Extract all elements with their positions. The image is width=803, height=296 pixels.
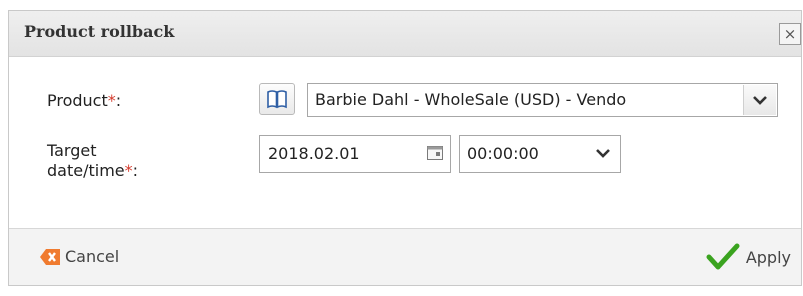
dialog-footer: Cancel Apply [9,228,801,285]
product-rollback-dialog: Product rollback × Product*: Barbie Dahl… [8,10,802,286]
chevron-down-icon [753,96,767,105]
dialog-content: Product*: Barbie Dahl - WholeSale (USD) … [9,57,801,229]
cancel-x-icon [40,249,60,265]
apply-button[interactable]: Apply [706,242,791,272]
calendar-icon[interactable] [426,144,444,162]
target-date-value: 2018.02.01 [268,144,360,163]
product-label: Product*: [47,91,122,110]
dialog-titlebar[interactable]: Product rollback × [9,11,801,57]
target-time-value: 00:00:00 [467,144,539,163]
product-dropdown-button[interactable] [743,85,776,115]
required-marker: * [124,161,133,180]
chevron-down-icon [596,149,610,158]
cancel-label: Cancel [65,247,120,266]
required-marker: * [107,91,116,110]
product-select[interactable]: Barbie Dahl - WholeSale (USD) - Vendo [307,83,778,117]
target-date-input[interactable]: 2018.02.01 [259,135,451,173]
book-icon [267,90,287,109]
product-browse-button[interactable] [259,83,295,115]
target-datetime-label: Target date/time*: [47,141,139,180]
close-icon: × [783,25,797,43]
close-button[interactable]: × [779,23,801,45]
apply-label: Apply [745,248,791,267]
target-time-select[interactable]: 00:00:00 [459,135,621,173]
dialog-title: Product rollback [24,22,175,41]
product-select-value: Barbie Dahl - WholeSale (USD) - Vendo [315,90,627,109]
checkmark-icon [706,243,740,270]
time-dropdown-button[interactable] [587,137,619,171]
